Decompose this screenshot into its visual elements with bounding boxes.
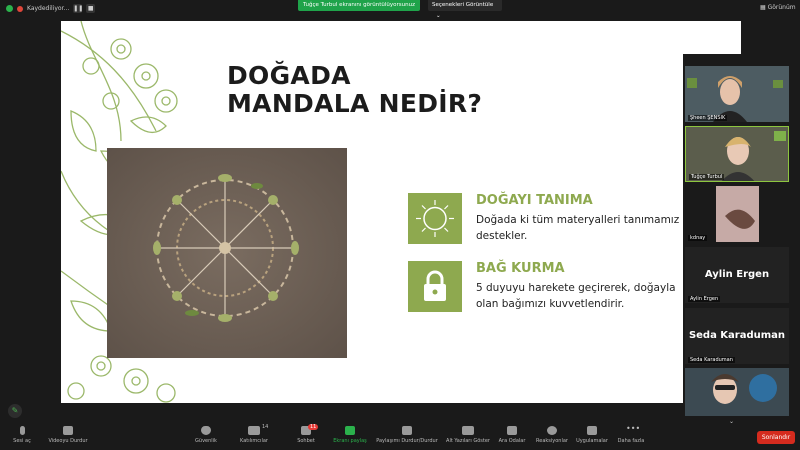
pause-share-button[interactable]: Paylaşımı Durdur/Durdur — [374, 424, 440, 444]
participant-tile[interactable]: Şheen ŞENSIK — [685, 66, 789, 122]
security-button[interactable]: Güvenlik — [186, 424, 226, 444]
reaction-icon — [547, 426, 557, 435]
participant-display-name: Aylin Ergen — [704, 269, 770, 280]
participant-tile[interactable]: kdnay — [685, 186, 789, 242]
chat-button[interactable]: 11 Sohbet — [288, 424, 324, 444]
card-text-line: destekler. — [476, 230, 528, 242]
participant-tile[interactable] — [685, 368, 789, 416]
view-button[interactable]: ▦ Görünüm — [760, 4, 796, 11]
participant-name: Şheen ŞENSIK — [688, 115, 728, 121]
mic-icon — [19, 426, 25, 435]
slide-title: DOĞADA MANDALA NEDİR? — [227, 62, 482, 118]
card-text-line: olan bağımızı kuvvetlendirir. — [476, 298, 625, 310]
participant-tile[interactable]: Seda Karaduman Seda Karaduman — [685, 308, 789, 364]
participants-panel: Şheen ŞENSIK Tuğçe Turbul kdnay Aylin Er… — [683, 54, 790, 426]
slide-title-line2: MANDALA NEDİR? — [227, 89, 483, 118]
more-icon: ••• — [626, 424, 641, 433]
stop-video-button[interactable]: Videoyu Durdur — [42, 424, 94, 444]
card-heading-nature: DOĞAYI TANIMA — [476, 193, 593, 208]
shield-icon — [201, 426, 211, 435]
recording-label: Kaydediliyor... — [27, 5, 70, 12]
share-screen-button[interactable]: Ekranı paylaş — [330, 424, 370, 444]
mandala-photo — [107, 148, 347, 358]
more-label: Daha fazla — [617, 438, 645, 444]
video-feed — [685, 368, 789, 416]
breakout-rooms-button[interactable]: Ara Odalar — [494, 424, 530, 444]
share-screen-icon — [345, 426, 355, 435]
pause-record-icon[interactable]: ❚❚ — [73, 4, 83, 13]
view-options-button[interactable]: Seçenekleri Görüntüle ⌄ — [428, 0, 502, 19]
participants-label: Katılımcılar — [240, 438, 268, 444]
card-heading-bond: BAĞ KURMA — [476, 261, 565, 276]
shared-slide: DOĞADA MANDALA NEDİR? DOĞAYI TANIMA Doğa… — [61, 21, 741, 403]
end-meeting-button[interactable]: Sonlandır — [757, 431, 795, 444]
card-text-line: Doğada ki tüm materyalleri tanımamız — [476, 214, 680, 226]
pause-share-icon — [402, 426, 412, 435]
participant-display-name: Seda Karaduman — [688, 330, 786, 341]
video-feed — [685, 66, 789, 122]
view-label: Görünüm — [767, 4, 796, 11]
stop-record-icon[interactable]: ■ — [86, 4, 96, 13]
participant-name: kdnay — [688, 235, 708, 241]
breakout-icon — [507, 426, 517, 435]
mute-label: Sesi aç — [13, 438, 31, 444]
participant-tile[interactable]: Aylin Ergen Aylin Ergen — [685, 247, 789, 303]
stop-video-label: Videoyu Durdur — [48, 438, 88, 444]
reactions-label: Reaksiyonlar — [536, 438, 568, 444]
share-screen-label: Ekranı paylaş — [333, 438, 367, 444]
reactions-button[interactable]: Reaksiyonlar — [532, 424, 572, 444]
slide-title-line1: DOĞADA — [227, 61, 351, 90]
share-banner: Tuğçe Turbul ekranını görüntülüyorsunuz — [298, 0, 420, 11]
card-text-nature: Doğada ki tüm materyalleri tanımamız des… — [476, 212, 679, 244]
chevron-down-icon: ⌄ — [436, 13, 441, 19]
video-feed — [716, 186, 759, 242]
breakout-label: Ara Odalar — [498, 438, 526, 444]
participant-name: Aylin Ergen — [688, 296, 721, 302]
security-label: Güvenlik — [195, 438, 217, 444]
video-icon — [63, 426, 73, 435]
participants-icon — [248, 426, 260, 435]
apps-icon — [587, 426, 597, 435]
shield-icon[interactable] — [6, 5, 13, 12]
sun-icon — [408, 193, 462, 244]
more-button[interactable]: ••• Daha fazla — [614, 424, 648, 445]
participant-tile-active[interactable]: Tuğçe Turbul — [685, 126, 789, 182]
chat-label: Sohbet — [297, 438, 315, 444]
participants-count: 14 — [262, 424, 269, 430]
pause-share-label: Paylaşımı Durdur/Durdur — [376, 438, 438, 444]
lock-icon — [408, 261, 462, 312]
card-text-line: 5 duyuyu harekete geçirerek, doğayla — [476, 282, 676, 294]
annotate-button[interactable]: ✎ — [8, 404, 22, 418]
mute-button[interactable]: Sesi aç — [2, 424, 42, 444]
captions-button[interactable]: Alt Yazıları Göster — [442, 424, 494, 444]
participant-name: Seda Karaduman — [688, 357, 735, 363]
view-options-label: Seçenekleri Görüntüle — [432, 2, 494, 8]
record-icon — [17, 5, 23, 12]
meeting-toolbar: Sesi aç Videoyu Durdur Güvenlik 14 Katıl… — [0, 424, 800, 450]
grid-icon: ▦ — [760, 4, 766, 11]
apps-button[interactable]: Uygulamalar — [572, 424, 612, 444]
captions-label: Alt Yazıları Göster — [446, 438, 490, 444]
card-text-bond: 5 duyuyu harekete geçirerek, doğayla ola… — [476, 280, 676, 312]
apps-label: Uygulamalar — [576, 438, 608, 444]
recording-status: Kaydediliyor... ❚❚ ■ — [6, 3, 96, 14]
participants-button[interactable]: 14 Katılımcılar — [232, 424, 276, 444]
chat-badge: 11 — [308, 424, 319, 430]
participant-name: Tuğçe Turbul — [689, 174, 725, 180]
pencil-icon: ✎ — [11, 406, 19, 415]
cc-icon — [462, 426, 474, 435]
